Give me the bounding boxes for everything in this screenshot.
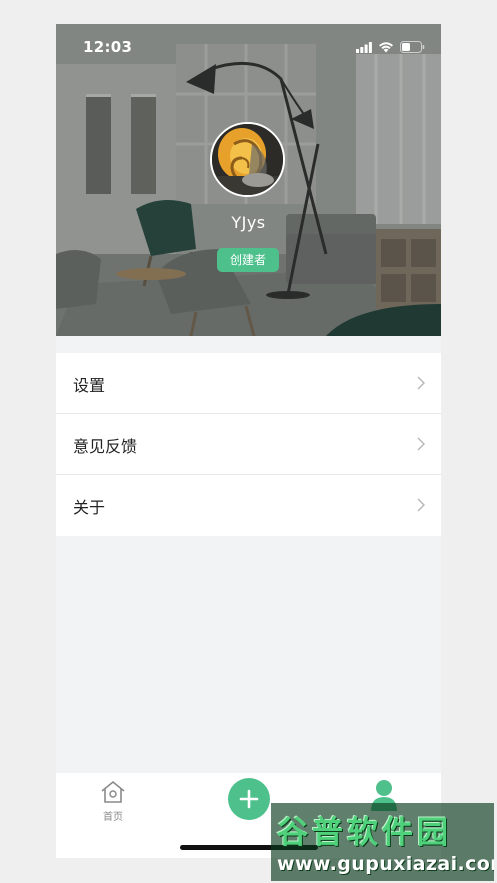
avatar[interactable] — [210, 122, 285, 197]
watermark: 谷普软件园 www.gupuxiazai.com — [271, 803, 494, 881]
chevron-right-icon — [417, 437, 425, 451]
chevron-right-icon — [417, 498, 425, 512]
nautilus-shell-avatar — [212, 124, 283, 195]
add-button[interactable] — [228, 778, 270, 820]
chevron-right-icon — [417, 376, 425, 390]
menu-item-label: 关于 — [73, 498, 106, 517]
menu-item-feedback[interactable]: 意见反馈 — [56, 414, 441, 475]
menu-item-label: 意见反馈 — [73, 437, 138, 456]
menu-item-settings[interactable]: 设置 — [56, 353, 441, 414]
status-icons — [356, 40, 425, 54]
profile-header: 12:03 YJys 创建者 — [56, 24, 441, 336]
watermark-url: www.gupuxiazai.com — [277, 853, 494, 875]
username: YJys — [231, 213, 266, 232]
house-icon — [101, 780, 125, 803]
role-badge: 创建者 — [217, 248, 279, 272]
tab-home-label: 首页 — [103, 812, 123, 823]
battery-icon — [400, 41, 425, 53]
page: 12:03 YJys 创建者 设置 意见反馈 关于 首页 谷普软件园 www.g… — [0, 0, 497, 883]
wifi-icon — [379, 42, 393, 53]
status-time: 12:03 — [83, 38, 133, 56]
cellular-signal-icon — [356, 41, 372, 53]
menu-item-about[interactable]: 关于 — [56, 475, 441, 536]
tab-home[interactable]: 首页 — [98, 780, 128, 823]
watermark-title: 谷普软件园 — [277, 815, 452, 851]
phone-screen: 12:03 YJys 创建者 设置 意见反馈 关于 首页 — [56, 24, 441, 858]
plus-icon — [239, 789, 259, 809]
settings-menu: 设置 意见反馈 关于 — [56, 353, 441, 536]
menu-item-label: 设置 — [73, 376, 106, 395]
status-bar: 12:03 — [56, 24, 441, 70]
